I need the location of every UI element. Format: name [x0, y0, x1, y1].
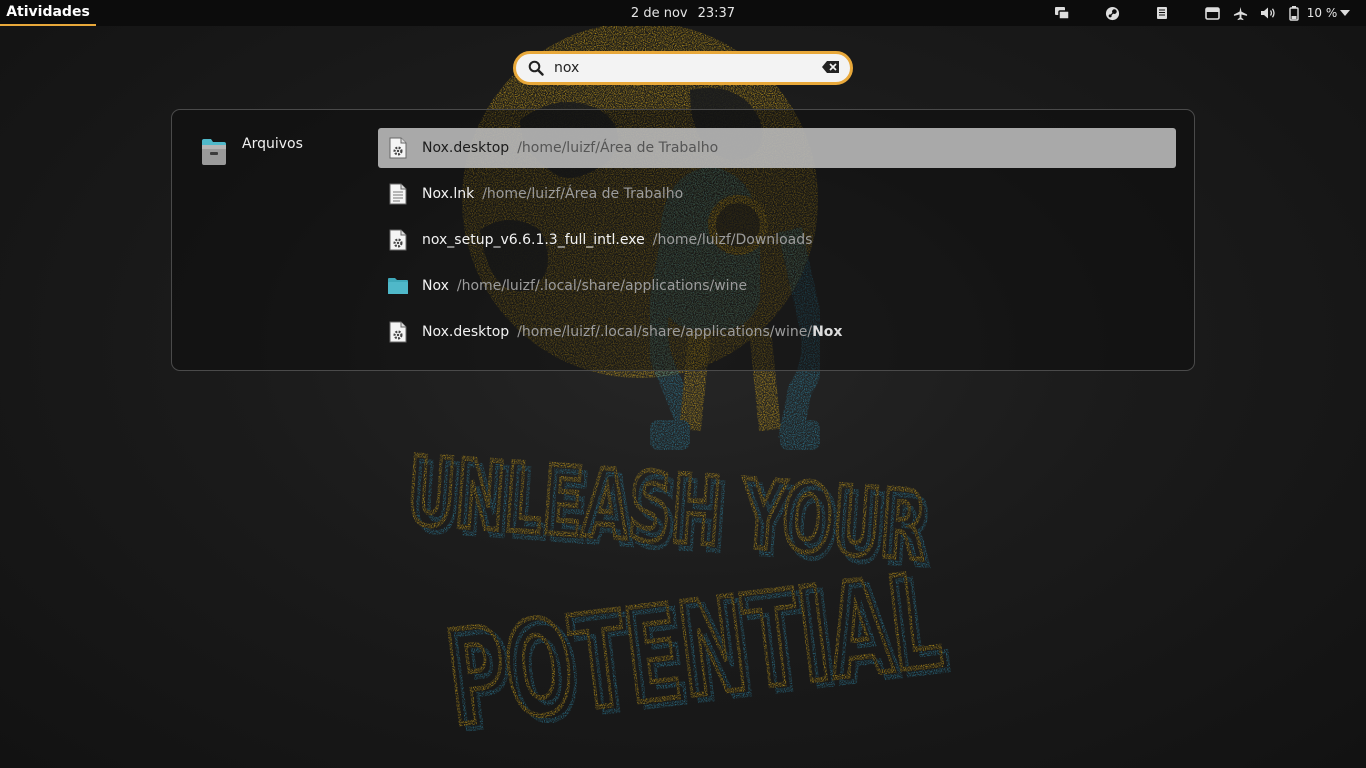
- search-results-panel: Arquivos Nox.desktop /home/luizf/Área de…: [171, 109, 1195, 371]
- drive-icon[interactable]: [1152, 0, 1172, 26]
- text-file-icon: [387, 182, 409, 206]
- volume-icon[interactable]: [1258, 0, 1278, 26]
- clear-search-icon[interactable]: [822, 60, 840, 74]
- result-name: Nox.desktop: [422, 140, 510, 156]
- result-path: /home/luizf/.local/share/applications/wi…: [456, 278, 748, 294]
- date-label[interactable]: 2 de nov: [631, 6, 688, 21]
- settings-file-icon: [387, 320, 409, 344]
- result-path: /home/luizf/Área de Trabalho: [482, 186, 684, 202]
- result-name: nox_setup_v6.6.1.3_full_intl.exe: [422, 232, 645, 248]
- desktop: UNLEASH YOUR UNLEASH YOUR POTENTIAL POTE…: [0, 0, 1366, 768]
- result-path: /home/luizf/.local/share/applications/wi…: [517, 324, 843, 340]
- result-item[interactable]: nox_setup_v6.6.1.3_full_intl.exe /home/l…: [378, 220, 1176, 260]
- steam-icon[interactable]: [1102, 0, 1122, 26]
- result-item[interactable]: Nox.desktop /home/luizf/.local/share/app…: [378, 312, 1176, 352]
- result-name: Nox.desktop: [422, 324, 510, 340]
- settings-file-icon: [387, 136, 409, 160]
- folder-icon: [387, 274, 409, 298]
- result-name: Nox: [422, 278, 449, 294]
- search-entry[interactable]: [513, 51, 853, 85]
- window-switch-icon[interactable]: [1052, 0, 1072, 26]
- file-cabinet-icon: [202, 139, 226, 165]
- result-path: /home/luizf/Downloads: [652, 232, 813, 248]
- result-name: Nox.lnk: [422, 186, 475, 202]
- result-item[interactable]: Nox.lnk /home/luizf/Área de Trabalho: [378, 174, 1176, 214]
- system-menu-chevron-down-icon[interactable]: [1338, 0, 1352, 26]
- search-input[interactable]: [554, 58, 814, 78]
- settings-file-icon: [387, 228, 409, 252]
- wallpaper-line2-shadow: POTENTIAL: [439, 544, 949, 755]
- result-path-match: Nox: [812, 324, 843, 340]
- battery-percent[interactable]: 10 %: [1306, 0, 1338, 26]
- search-icon: [528, 60, 544, 76]
- result-path: /home/luizf/Área de Trabalho: [517, 140, 719, 156]
- result-item[interactable]: Nox.desktop /home/luizf/Área de Trabalho: [378, 128, 1176, 168]
- result-item[interactable]: Nox /home/luizf/.local/share/application…: [378, 266, 1176, 306]
- airplane-mode-icon[interactable]: [1230, 0, 1250, 26]
- activities-button[interactable]: Atividades: [0, 0, 96, 26]
- files-provider[interactable]: Arquivos: [200, 136, 303, 168]
- top-bar: Atividades 2 de nov 23:37 10 %: [0, 0, 1366, 26]
- provider-name: Arquivos: [242, 136, 303, 152]
- time-label[interactable]: 23:37: [698, 6, 735, 21]
- battery-icon[interactable]: [1287, 0, 1301, 26]
- keyboard-icon[interactable]: [1202, 0, 1222, 26]
- battery-percent-label: 10 %: [1306, 6, 1338, 20]
- wallpaper-slogan: UNLEASH YOUR UNLEASH YOUR POTENTIAL POTE…: [401, 435, 958, 764]
